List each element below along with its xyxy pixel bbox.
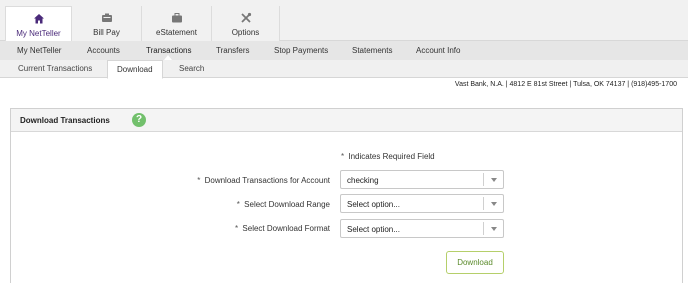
home-icon xyxy=(33,14,44,24)
account-label: * Download Transactions for Account xyxy=(197,176,330,185)
subtab-search[interactable]: Search xyxy=(170,60,213,78)
account-label-text: Download Transactions for Account xyxy=(204,176,330,185)
nav-account-info[interactable]: Account Info xyxy=(416,41,460,60)
tools-icon xyxy=(240,12,251,23)
required-field-note: * Indicates Required Field xyxy=(341,152,435,161)
chevron-down-icon xyxy=(491,227,497,231)
tab-my-netteller-label: My NetTeller xyxy=(16,29,61,38)
tab-bill-pay[interactable]: Bill Pay xyxy=(72,6,142,41)
tab-estatement-label: eStatement xyxy=(156,28,197,37)
required-star: * xyxy=(197,176,201,185)
select-divider xyxy=(483,197,484,210)
panel-title: Download Transactions xyxy=(20,116,110,125)
download-button[interactable]: Download xyxy=(446,251,504,274)
tab-options[interactable]: Options xyxy=(212,6,280,41)
nav-stop-payments[interactable]: Stop Payments xyxy=(274,41,328,60)
format-label-text: Select Download Format xyxy=(242,224,330,233)
range-label-text: Select Download Range xyxy=(244,200,330,209)
required-star: * xyxy=(235,224,239,233)
required-star: * xyxy=(236,200,240,209)
format-select-value: Select option... xyxy=(347,225,400,234)
required-note-text: Indicates Required Field xyxy=(348,152,435,161)
briefcase-icon xyxy=(171,13,182,23)
nav-my-netteller[interactable]: My NetTeller xyxy=(17,41,61,60)
select-divider xyxy=(483,173,484,186)
subtab-download[interactable]: Download xyxy=(107,60,163,79)
panel-header: Download Transactions ? xyxy=(11,109,682,132)
nav-statements[interactable]: Statements xyxy=(352,41,392,60)
chevron-down-icon xyxy=(491,202,497,206)
format-select[interactable]: Select option... xyxy=(340,219,504,238)
tab-bill-pay-label: Bill Pay xyxy=(93,28,120,37)
subsection-nav: Current Transactions Download Search xyxy=(0,60,688,79)
range-select[interactable]: Select option... xyxy=(340,194,504,213)
top-navigation-bar: My NetTeller Bill Pay eStatement Options xyxy=(0,0,688,42)
tab-my-netteller[interactable]: My NetTeller xyxy=(5,6,72,42)
chevron-down-icon xyxy=(491,178,497,182)
help-icon[interactable]: ? xyxy=(132,113,146,127)
section-nav: My NetTeller Accounts Transactions Trans… xyxy=(0,41,688,60)
required-star: * xyxy=(341,152,345,161)
tab-estatement[interactable]: eStatement xyxy=(142,6,212,41)
account-select[interactable]: checking xyxy=(340,170,504,189)
account-select-value: checking xyxy=(347,176,379,185)
download-transactions-panel: Download Transactions ? * Indicates Requ… xyxy=(10,108,683,283)
select-divider xyxy=(483,222,484,235)
subtab-current-transactions[interactable]: Current Transactions xyxy=(9,60,101,78)
range-select-value: Select option... xyxy=(347,200,400,209)
nav-accounts[interactable]: Accounts xyxy=(87,41,120,60)
bill-pay-icon xyxy=(101,13,112,22)
format-label: * Select Download Format xyxy=(235,224,330,233)
range-label: * Select Download Range xyxy=(237,200,330,209)
bank-contact-info: Vast Bank, N.A. | 4812 E 81st Street | T… xyxy=(454,81,677,88)
tab-options-label: Options xyxy=(231,28,260,37)
nav-transfers[interactable]: Transfers xyxy=(216,41,250,60)
